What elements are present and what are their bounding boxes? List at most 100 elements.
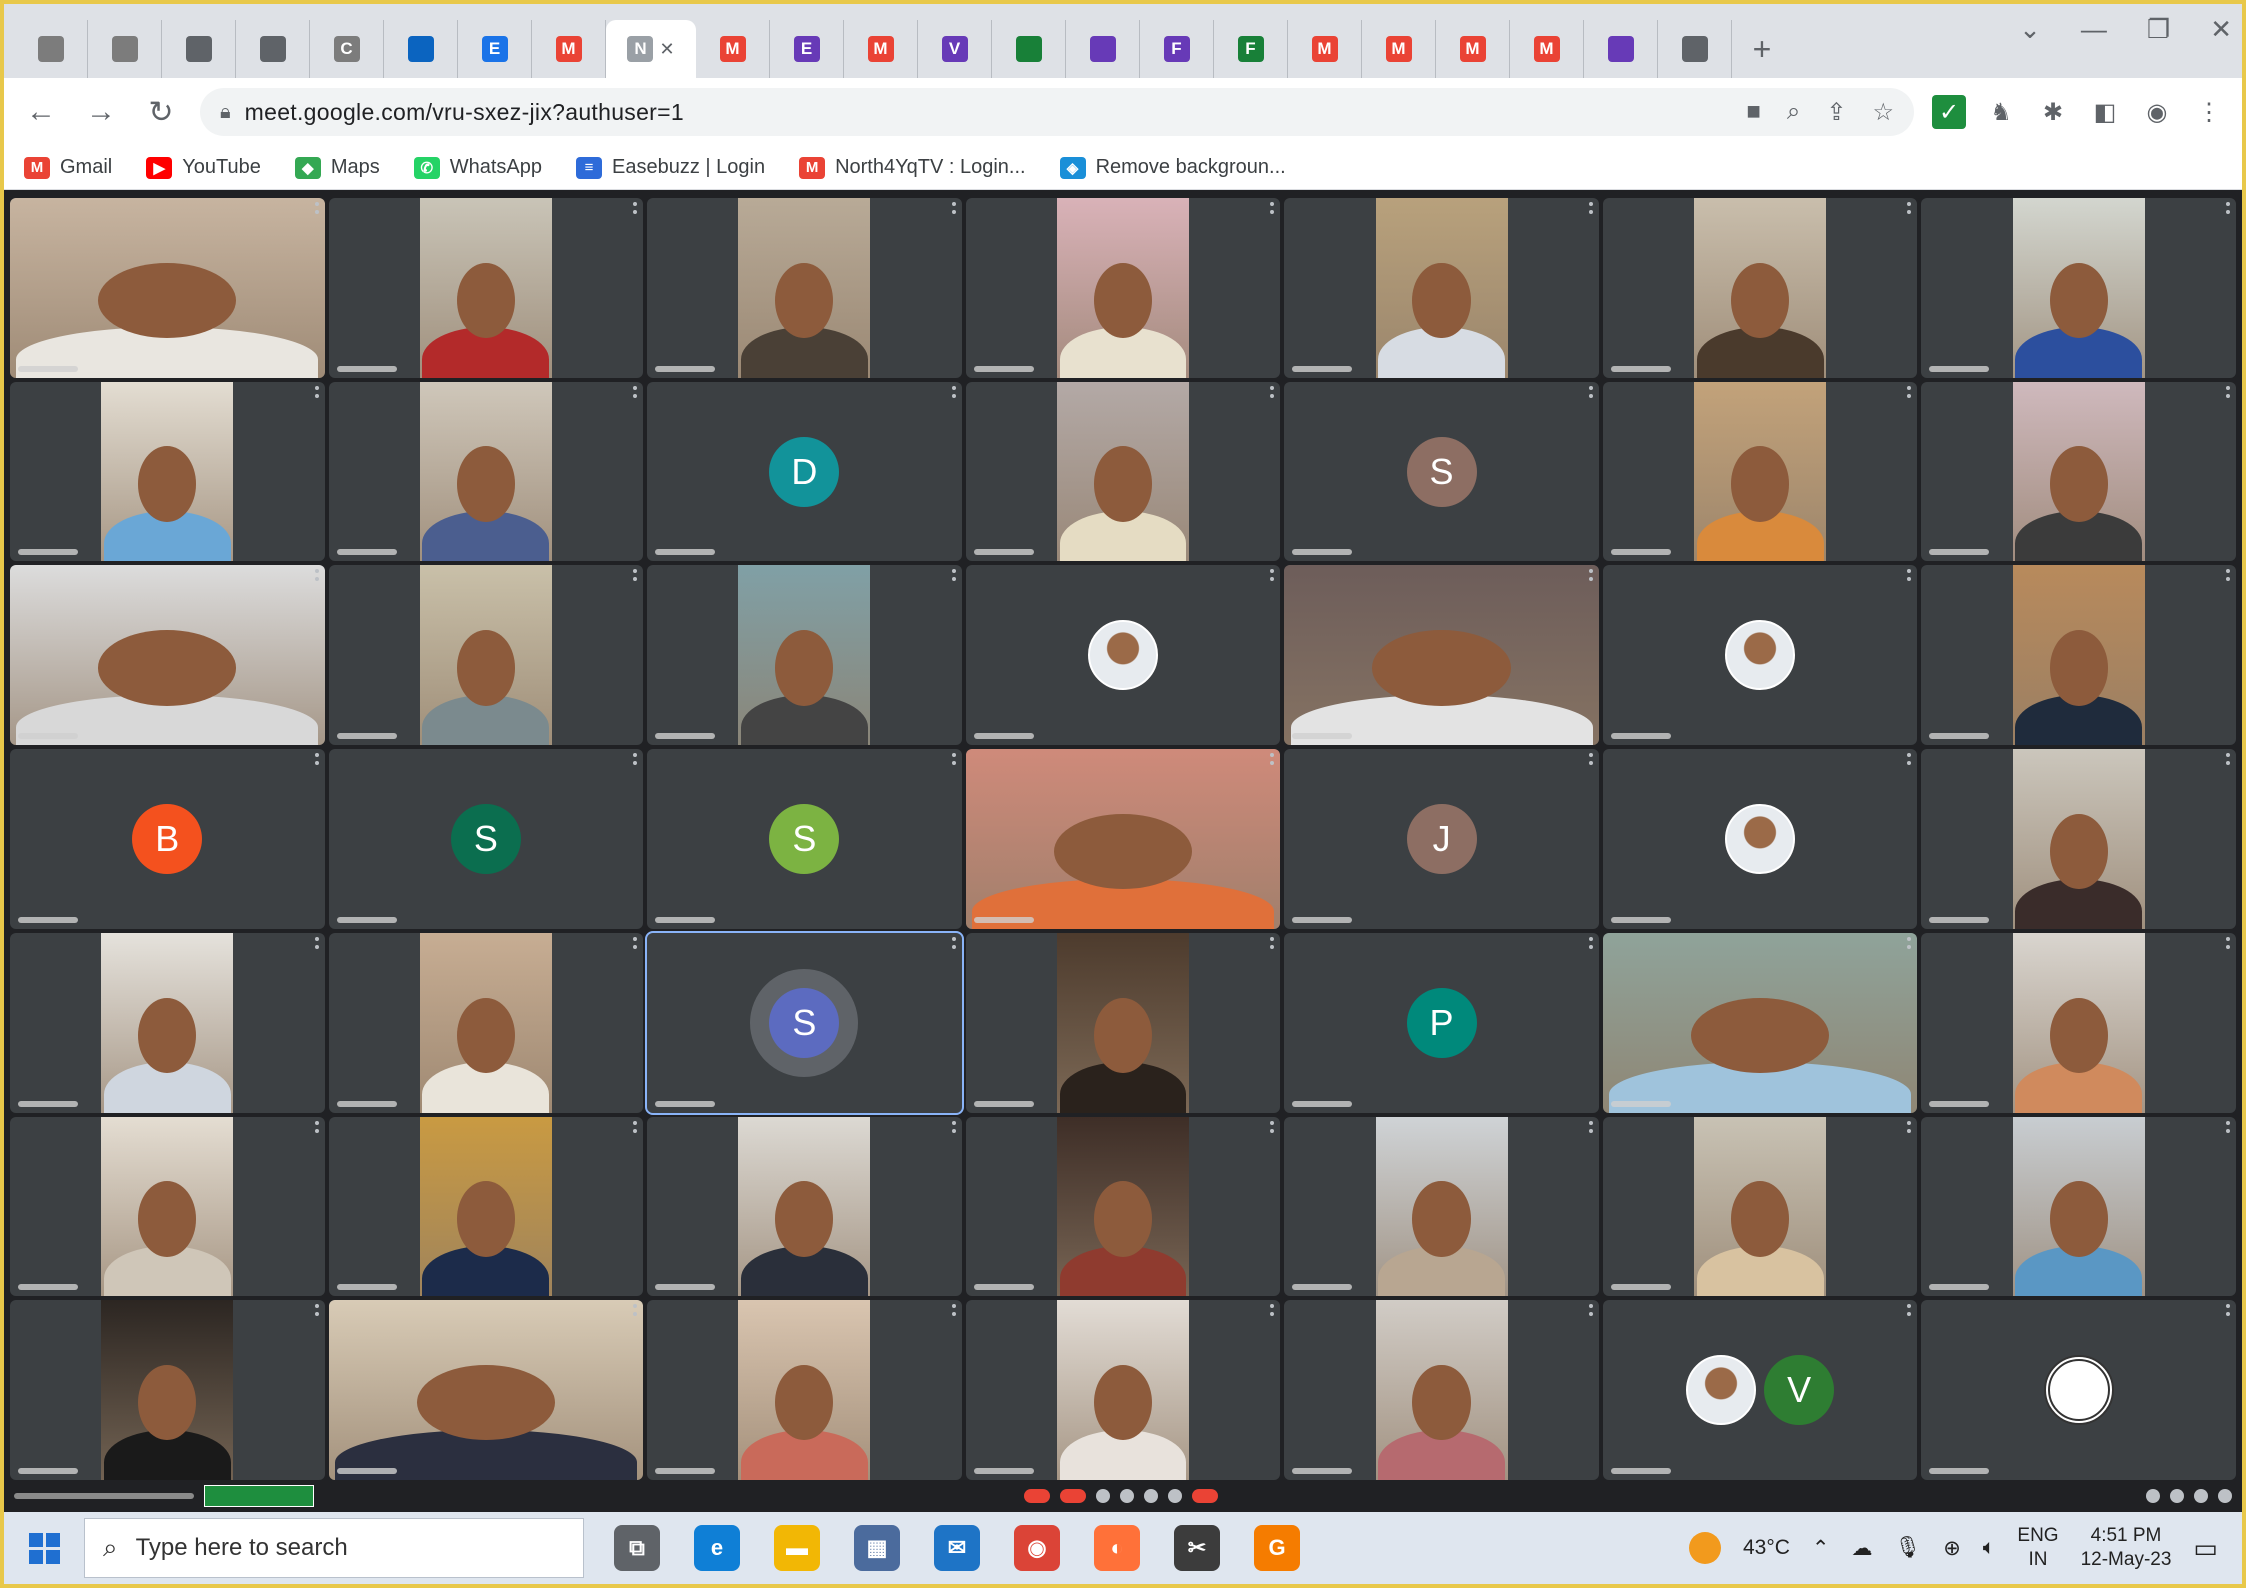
participant-tile[interactable] (1921, 198, 2236, 378)
browser-tab[interactable] (1658, 20, 1732, 78)
browser-tab[interactable] (992, 20, 1066, 78)
browser-tab[interactable] (384, 20, 458, 78)
participant-tile[interactable] (328, 1300, 644, 1480)
tile-options-icon[interactable] (633, 936, 638, 949)
address-url[interactable]: meet.google.com/vru-sxez-jix?authuser=1 (245, 99, 684, 126)
tile-options-icon[interactable] (633, 385, 638, 398)
participant-tile[interactable] (1602, 749, 1918, 929)
browser-tab[interactable]: F (1214, 20, 1288, 78)
file-explorer-icon[interactable]: ▬ (774, 1525, 820, 1571)
bookmark-item[interactable]: M North4YqTV : Login... (799, 156, 1026, 179)
browser-tab[interactable]: E (770, 20, 844, 78)
extension-fox-icon[interactable]: ♞ (1984, 95, 2018, 129)
participant-tile[interactable] (1602, 198, 1918, 378)
present-control[interactable] (1144, 1489, 1158, 1503)
tile-options-icon[interactable] (1907, 1120, 1912, 1133)
presentation-thumbnail[interactable] (204, 1485, 314, 1507)
browser-tab[interactable]: M (844, 20, 918, 78)
tile-options-icon[interactable] (314, 753, 319, 766)
browser-tab[interactable]: C (310, 20, 384, 78)
tile-options-icon[interactable] (1907, 936, 1912, 949)
browser-tab[interactable]: M (1362, 20, 1436, 78)
participant-tile[interactable] (1921, 565, 2236, 746)
browser-tab[interactable]: N ✕ (606, 20, 696, 78)
back-button[interactable]: ← (20, 91, 62, 133)
app-g-icon[interactable]: G (1254, 1525, 1300, 1571)
activities-icon[interactable] (2218, 1489, 2232, 1503)
participant-tile[interactable]: S (647, 749, 962, 929)
participant-tile[interactable] (10, 565, 325, 746)
tile-options-icon[interactable] (1588, 1304, 1593, 1317)
address-bar[interactable]: 🔒︎ meet.google.com/vru-sxez-jix?authuser… (200, 88, 1914, 136)
participant-tile[interactable]: S (1284, 381, 1599, 562)
participant-tile[interactable] (647, 198, 962, 378)
tile-options-icon[interactable] (314, 569, 319, 582)
menu-kebab-icon[interactable]: ⋮ (2192, 95, 2226, 129)
tile-options-icon[interactable] (2226, 569, 2230, 582)
participant-tile[interactable] (647, 565, 962, 746)
tile-options-icon[interactable] (633, 1304, 638, 1317)
tile-options-icon[interactable] (1270, 753, 1275, 766)
network-icon[interactable]: ⊕ (1943, 1536, 1961, 1561)
bookmark-item[interactable]: ◆ Maps (294, 156, 380, 179)
tile-options-icon[interactable] (2226, 202, 2230, 214)
taskbar-search[interactable]: ⌕ Type here to search (84, 1518, 584, 1578)
tile-options-icon[interactable] (314, 1304, 319, 1317)
browser-tab[interactable]: F (1140, 20, 1214, 78)
store-icon[interactable]: ▦ (854, 1525, 900, 1571)
meeting-details[interactable] (14, 1493, 194, 1499)
restore-icon[interactable]: ❐ (2147, 14, 2170, 45)
bookmark-item[interactable]: M Gmail (24, 156, 112, 179)
participant-tile[interactable] (1602, 932, 1918, 1113)
bookmark-star-icon[interactable]: ☆ (1872, 98, 1894, 127)
participant-tile[interactable] (965, 565, 1281, 746)
close-tab-icon[interactable]: ✕ (659, 39, 674, 60)
tab-search-icon[interactable]: ⌄ (2019, 14, 2041, 45)
extension-green-icon[interactable]: ✓ (1932, 95, 1966, 129)
tile-options-icon[interactable] (1270, 1304, 1275, 1317)
participant-tile[interactable] (965, 749, 1281, 929)
participant-tile[interactable] (1284, 198, 1599, 378)
zoom-icon[interactable]: ⌕ (1787, 98, 1800, 127)
clock[interactable]: 4:51 PM 12-May-23 (2081, 1524, 2172, 1572)
tile-options-icon[interactable] (633, 753, 638, 766)
tile-options-icon[interactable] (1270, 936, 1275, 949)
bookmark-item[interactable]: ◈ Remove backgroun... (1059, 156, 1286, 179)
start-button[interactable] (4, 1512, 84, 1584)
participant-tile[interactable] (1284, 1300, 1599, 1480)
tile-options-icon[interactable] (2226, 385, 2230, 398)
tile-options-icon[interactable] (951, 569, 956, 582)
tile-options-icon[interactable] (1588, 936, 1593, 949)
browser-tab[interactable] (88, 20, 162, 78)
participant-tile[interactable] (965, 1300, 1281, 1480)
tile-options-icon[interactable] (314, 385, 319, 398)
chrome-icon[interactable]: ◉ (1014, 1525, 1060, 1571)
participant-tile[interactable] (965, 932, 1281, 1113)
bookmark-item[interactable]: ✆ WhatsApp (413, 156, 542, 179)
participant-tile[interactable] (328, 565, 644, 746)
participant-tile[interactable]: B (10, 749, 325, 929)
participant-tile[interactable]: P (1284, 932, 1599, 1113)
show-hidden-icons-icon[interactable]: ⌃ (1812, 1536, 1830, 1561)
participant-tile[interactable]: D (647, 381, 962, 562)
tile-options-icon[interactable] (2226, 1304, 2230, 1317)
participant-tile[interactable] (1921, 1300, 2236, 1480)
lock-icon[interactable]: 🔒︎ (220, 101, 231, 124)
tile-options-icon[interactable] (1588, 385, 1593, 398)
participant-tile[interactable]: S (645, 930, 964, 1115)
captions-control[interactable] (1096, 1489, 1110, 1503)
tile-options-icon[interactable] (951, 385, 956, 398)
weather-icon[interactable] (1688, 1532, 1721, 1564)
tile-options-icon[interactable] (633, 569, 638, 582)
participant-tile[interactable] (965, 381, 1281, 562)
bookmark-item[interactable]: ≡ Easebuzz | Login (576, 156, 765, 179)
share-icon[interactable]: ⇪ (1826, 98, 1846, 127)
participant-tile[interactable] (10, 381, 325, 562)
notifications-icon[interactable]: ▭ (2193, 1533, 2218, 1564)
weather-temp[interactable]: 43°C (1743, 1536, 1790, 1560)
participant-tile[interactable] (1602, 1116, 1918, 1297)
participant-tile[interactable] (965, 1116, 1281, 1297)
tile-options-icon[interactable] (1270, 569, 1275, 582)
tile-options-icon[interactable] (1270, 1120, 1275, 1133)
tile-options-icon[interactable] (2226, 936, 2230, 949)
